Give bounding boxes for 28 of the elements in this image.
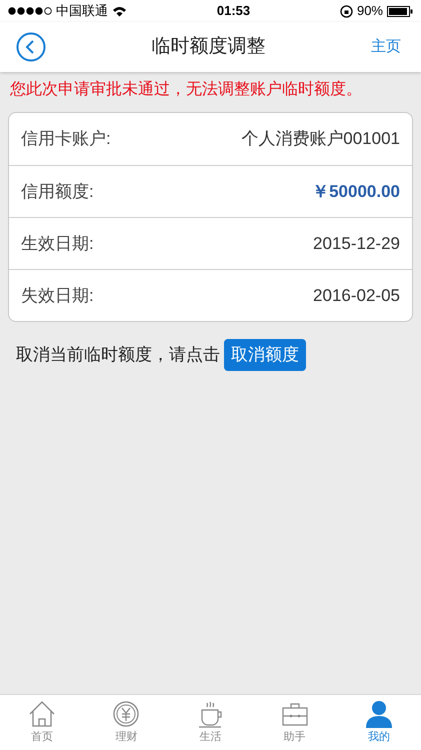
wifi-icon	[112, 6, 127, 16]
field-label: 信用额度:	[21, 180, 94, 203]
carrier-name: 中国联通	[56, 2, 108, 20]
tab[interactable]: 首页	[0, 695, 84, 750]
field-value: 2016-02-05	[313, 284, 400, 307]
tab[interactable]: 生活	[168, 695, 253, 750]
signal-icon	[8, 7, 52, 15]
rotation-lock-icon	[340, 4, 353, 18]
page-title: 临时额度调整	[152, 34, 266, 59]
error-message: 您此次申请审批未通过，无法调整账户临时额度。	[9, 80, 363, 100]
clock: 01:53	[216, 2, 250, 20]
tab[interactable]: 我的	[336, 695, 421, 750]
coin-icon	[111, 699, 142, 730]
home-link[interactable]: 主页	[371, 36, 401, 58]
field-label: 信用卡账户:	[21, 128, 111, 150]
tab[interactable]: 助手	[252, 695, 337, 750]
back-button[interactable]	[16, 32, 46, 62]
battery-percent: 90%	[356, 2, 383, 20]
field-value: ￥50000.00	[312, 180, 400, 203]
cancel-prompt: 取消当前临时额度，请点击	[16, 344, 220, 366]
field-label: 失效日期:	[21, 284, 94, 307]
field-value: 个人消费账户001001	[241, 128, 400, 150]
battery-icon	[387, 6, 413, 16]
person-icon	[364, 699, 394, 730]
cancel-limit-button[interactable]: 取消额度	[224, 339, 306, 371]
field-value: 2015-12-29	[313, 232, 400, 255]
field-label: 生效日期:	[21, 232, 94, 255]
tab[interactable]: 理财	[84, 695, 168, 750]
